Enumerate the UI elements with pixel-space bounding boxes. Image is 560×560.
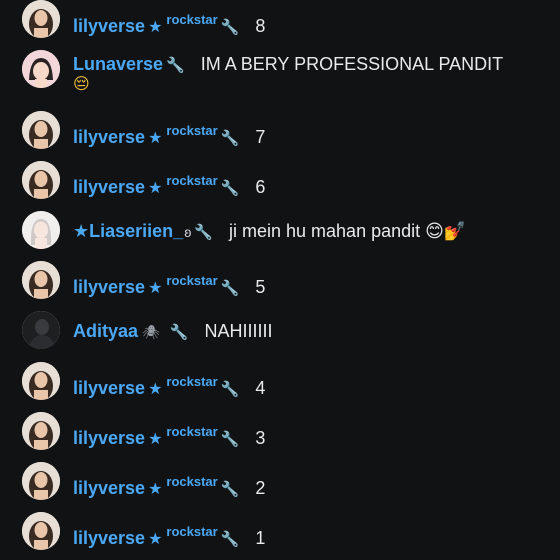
star-icon: ★ bbox=[148, 19, 163, 36]
username[interactable]: lilyverse bbox=[73, 127, 145, 147]
wrench-icon: 🔧 bbox=[194, 224, 213, 241]
wrench-icon: 🔧 bbox=[220, 481, 240, 498]
chat-message-list: lilyverse ★ rockstar 🔧 8 Lunaverse 🔧 IM A BERY… bbox=[0, 0, 560, 560]
avatar[interactable] bbox=[22, 462, 60, 500]
username[interactable]: lilyverse bbox=[73, 528, 145, 548]
avatar[interactable] bbox=[22, 211, 60, 249]
role-tag: rockstar bbox=[166, 424, 218, 439]
hand-icon: ʚ bbox=[184, 224, 192, 240]
wrench-icon: 🔧 bbox=[220, 180, 240, 197]
role-tag: rockstar bbox=[166, 273, 218, 288]
avatar[interactable] bbox=[22, 111, 60, 149]
star-icon: ★ bbox=[148, 280, 163, 297]
role-tag: rockstar bbox=[166, 173, 218, 188]
avatar[interactable] bbox=[22, 311, 60, 349]
username[interactable]: Lunaverse bbox=[73, 54, 163, 74]
message-text: ji mein hu mahan pandit 😊💅 bbox=[229, 221, 467, 241]
wrench-icon: 🔧 bbox=[220, 531, 240, 548]
role-tag: rockstar bbox=[166, 374, 218, 389]
username[interactable]: lilyverse bbox=[73, 428, 145, 448]
star-icon: ★ bbox=[148, 481, 163, 498]
emoji: 😔 bbox=[73, 76, 90, 93]
wrench-icon: 🔧 bbox=[220, 19, 240, 36]
username[interactable]: lilyverse bbox=[73, 177, 145, 197]
wrench-icon: 🔧 bbox=[169, 324, 189, 341]
message-text: NAHIIIIII bbox=[204, 321, 273, 341]
avatar[interactable] bbox=[22, 261, 60, 299]
avatar[interactable] bbox=[22, 362, 60, 400]
avatar[interactable] bbox=[22, 412, 60, 450]
wrench-icon: 🔧 bbox=[220, 431, 240, 448]
star-icon: ★ bbox=[148, 180, 163, 197]
message-text: 7 bbox=[255, 127, 266, 147]
wrench-icon: 🔧 bbox=[220, 280, 240, 297]
username[interactable]: lilyverse bbox=[73, 16, 145, 36]
username[interactable]: Adityaa bbox=[73, 321, 138, 341]
role-tag: rockstar bbox=[166, 123, 218, 138]
message-text: 8 bbox=[255, 16, 266, 36]
wrench-icon: 🔧 bbox=[220, 381, 240, 398]
role-tag: rockstar bbox=[166, 474, 218, 489]
avatar[interactable] bbox=[22, 161, 60, 199]
star-icon: ★ bbox=[148, 381, 163, 398]
message-text: IM A BERY PROFESSIONAL PANDIT bbox=[200, 54, 504, 74]
username[interactable]: lilyverse bbox=[73, 277, 145, 297]
message-text: 4 bbox=[255, 378, 266, 398]
username[interactable]: ★Liaseriien_ bbox=[73, 221, 183, 241]
role-tag: rockstar bbox=[166, 524, 218, 539]
avatar[interactable] bbox=[22, 50, 60, 88]
message-text: 1 bbox=[255, 528, 266, 548]
avatar[interactable] bbox=[22, 512, 60, 550]
message-text: 6 bbox=[255, 177, 266, 197]
star-icon: ★ bbox=[148, 431, 163, 448]
role-tag: rockstar bbox=[166, 12, 218, 27]
message-text: 2 bbox=[255, 478, 266, 498]
message-text: 3 bbox=[255, 428, 266, 448]
username[interactable]: lilyverse bbox=[73, 478, 145, 498]
star-icon: ★ bbox=[148, 531, 163, 548]
spider-icon: 🕷 bbox=[142, 324, 160, 340]
wrench-icon: 🔧 bbox=[166, 57, 185, 74]
message-text: 5 bbox=[255, 277, 266, 297]
wrench-icon: 🔧 bbox=[220, 130, 240, 147]
star-icon: ★ bbox=[148, 130, 163, 147]
username[interactable]: lilyverse bbox=[73, 378, 145, 398]
avatar[interactable] bbox=[22, 0, 60, 38]
